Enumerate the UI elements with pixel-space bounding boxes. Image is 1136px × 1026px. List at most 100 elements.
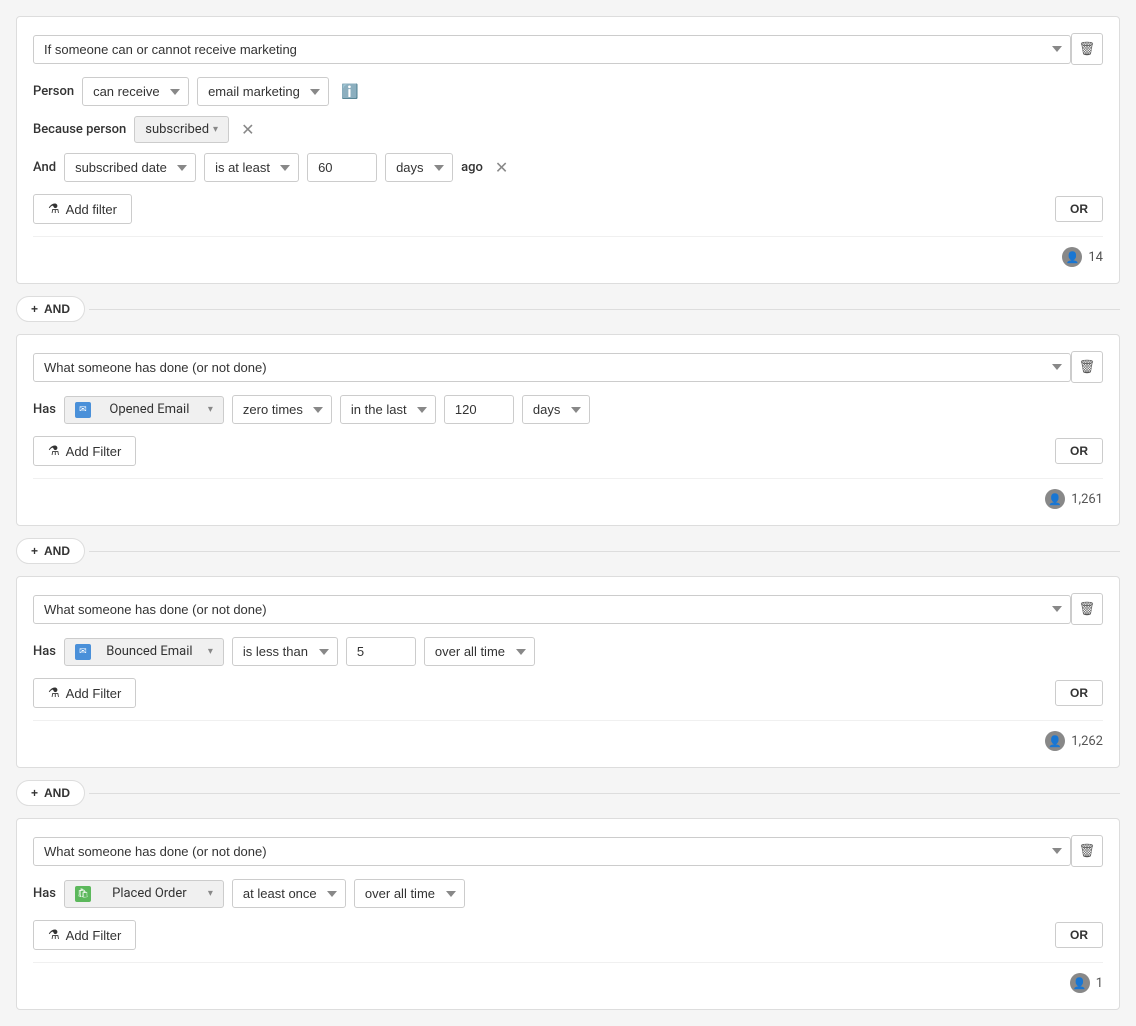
email-icon-block3: ✉ <box>75 644 91 660</box>
event-label-block2: Opened Email <box>109 402 189 417</box>
block4-actions: ⚗ Add Filter OR <box>33 920 1103 950</box>
email-marketing-dropdown[interactable]: email marketing <box>197 77 329 106</box>
delete-button-block3[interactable]: 🗑 <box>1071 593 1103 625</box>
event-dropdown-block2[interactable]: ✉ Opened Email ▾ <box>64 396 224 424</box>
main-dropdown-block1[interactable]: If someone can or cannot receive marketi… <box>33 35 1071 64</box>
trash-icon: 🗑 <box>1079 41 1096 57</box>
person-icon-block1: 👤 <box>1062 247 1082 267</box>
block2-header: What someone has done (or not done) 🗑 <box>33 351 1103 383</box>
plus-icon-3: + <box>31 786 38 800</box>
has-label-block3: Has <box>33 644 56 659</box>
days-value-input[interactable] <box>307 153 377 182</box>
condition-block-2: What someone has done (or not done) 🗑 Ha… <box>16 334 1120 526</box>
remove-subscribed-button[interactable]: ✕ <box>237 120 258 140</box>
trash-icon-2: 🗑 <box>1079 359 1096 375</box>
time-range-dropdown-block4[interactable]: over all time <box>354 879 465 908</box>
add-filter-button-block3[interactable]: ⚗ Add Filter <box>33 678 136 708</box>
ago-label: ago <box>461 160 483 175</box>
subscribed-label: subscribed <box>145 122 209 137</box>
person-count-block2: 👤 1,261 <box>1045 489 1103 509</box>
filter-icon: ⚗ <box>48 201 60 217</box>
main-dropdown-block2[interactable]: What someone has done (or not done) <box>33 353 1071 382</box>
order-icon-block4: 🛍 <box>75 886 91 902</box>
person-row: Person can receive email marketing ℹ️ <box>33 77 1103 106</box>
plus-icon-2: + <box>31 544 38 558</box>
info-icon: ℹ️ <box>341 83 358 100</box>
and-connector-3[interactable]: + AND <box>16 780 85 806</box>
has-row-block2: Has ✉ Opened Email ▾ zero times in the l… <box>33 395 1103 424</box>
subscribed-date-dropdown[interactable]: subscribed date <box>64 153 196 182</box>
event-dropdown-block4[interactable]: 🛍 Placed Order ▾ <box>64 880 224 908</box>
event-label-block3: Bounced Email <box>106 644 192 659</box>
info-button[interactable]: ℹ️ <box>337 83 362 100</box>
count-label-block4: 1 <box>1096 976 1103 991</box>
has-label-block2: Has <box>33 402 56 417</box>
block1-actions: ⚗ Add filter OR <box>33 194 1103 224</box>
remove-date-filter-button[interactable]: ✕ <box>491 158 512 178</box>
and-filter-row: And subscribed date is at least days ago… <box>33 153 1103 182</box>
chevron-icon-block3: ▾ <box>208 646 213 657</box>
person-label: Person <box>33 84 74 99</box>
filter-icon-4: ⚗ <box>48 927 60 943</box>
because-person-label: Because person <box>33 122 126 137</box>
condition-block-3: What someone has done (or not done) 🗑 Ha… <box>16 576 1120 768</box>
has-label-block4: Has <box>33 886 56 901</box>
chevron-icon-block4: ▾ <box>208 888 213 899</box>
add-filter-button-block1[interactable]: ⚗ Add filter <box>33 194 132 224</box>
block2-actions: ⚗ Add Filter OR <box>33 436 1103 466</box>
person-count-block1: 👤 14 <box>1062 247 1103 267</box>
email-icon-block2: ✉ <box>75 402 91 418</box>
frequency-dropdown-block3[interactable]: is less than <box>232 637 338 666</box>
delete-button-block4[interactable]: 🗑 <box>1071 835 1103 867</box>
block3-actions: ⚗ Add Filter OR <box>33 678 1103 708</box>
filter-icon-2: ⚗ <box>48 443 60 459</box>
chevron-down-icon: ▾ <box>213 124 218 135</box>
trash-icon-4: 🗑 <box>1079 843 1096 859</box>
or-button-block2[interactable]: OR <box>1055 438 1103 464</box>
and-label: And <box>33 160 56 175</box>
block3-footer: 👤 1,262 <box>33 720 1103 751</box>
add-filter-button-block4[interactable]: ⚗ Add Filter <box>33 920 136 950</box>
block4-footer: 👤 1 <box>33 962 1103 993</box>
main-dropdown-block3[interactable]: What someone has done (or not done) <box>33 595 1071 624</box>
subscribed-dropdown[interactable]: subscribed ▾ <box>134 116 229 143</box>
time-value-input-block2[interactable] <box>444 395 514 424</box>
days-unit-dropdown[interactable]: days <box>385 153 453 182</box>
time-range-dropdown-block3[interactable]: over all time <box>424 637 535 666</box>
delete-button-block2[interactable]: 🗑 <box>1071 351 1103 383</box>
trash-icon-3: 🗑 <box>1079 601 1096 617</box>
main-dropdown-block4[interactable]: What someone has done (or not done) <box>33 837 1071 866</box>
has-row-block3: Has ✉ Bounced Email ▾ is less than over … <box>33 637 1103 666</box>
person-count-block3: 👤 1,262 <box>1045 731 1103 751</box>
time-unit-dropdown-block2[interactable]: days <box>522 395 590 424</box>
block2-footer: 👤 1,261 <box>33 478 1103 509</box>
frequency-dropdown-block4[interactable]: at least once <box>232 879 346 908</box>
event-dropdown-block3[interactable]: ✉ Bounced Email ▾ <box>64 638 224 666</box>
is-at-least-dropdown[interactable]: is at least <box>204 153 299 182</box>
chevron-icon-block2: ▾ <box>208 404 213 415</box>
or-button-block1[interactable]: OR <box>1055 196 1103 222</box>
add-filter-button-block2[interactable]: ⚗ Add Filter <box>33 436 136 466</box>
count-label-block3: 1,262 <box>1071 734 1103 749</box>
can-receive-dropdown[interactable]: can receive <box>82 77 189 106</box>
or-button-block3[interactable]: OR <box>1055 680 1103 706</box>
time-range-dropdown-block2[interactable]: in the last <box>340 395 436 424</box>
and-connector-1[interactable]: + AND <box>16 296 85 322</box>
block4-header: What someone has done (or not done) 🗑 <box>33 835 1103 867</box>
because-person-row: Because person subscribed ▾ ✕ <box>33 116 1103 143</box>
filter-icon-3: ⚗ <box>48 685 60 701</box>
delete-button-block1[interactable]: 🗑 <box>1071 33 1103 65</box>
event-label-block4: Placed Order <box>112 886 187 901</box>
time-value-input-block3[interactable] <box>346 637 416 666</box>
frequency-dropdown-block2[interactable]: zero times <box>232 395 332 424</box>
or-button-block4[interactable]: OR <box>1055 922 1103 948</box>
person-icon-block3: 👤 <box>1045 731 1065 751</box>
plus-icon-1: + <box>31 302 38 316</box>
condition-block-1: If someone can or cannot receive marketi… <box>16 16 1120 284</box>
condition-block-4: What someone has done (or not done) 🗑 Ha… <box>16 818 1120 1010</box>
person-icon-block2: 👤 <box>1045 489 1065 509</box>
person-icon-block4: 👤 <box>1070 973 1090 993</box>
person-count-block4: 👤 1 <box>1070 973 1103 993</box>
and-connector-2[interactable]: + AND <box>16 538 85 564</box>
has-row-block4: Has 🛍 Placed Order ▾ at least once over … <box>33 879 1103 908</box>
